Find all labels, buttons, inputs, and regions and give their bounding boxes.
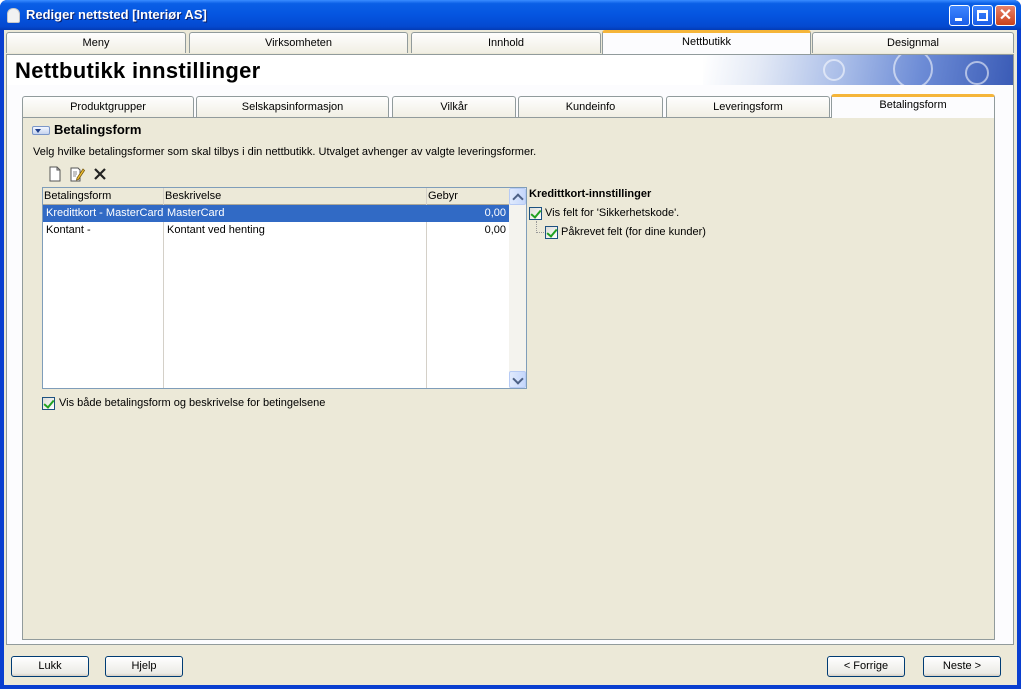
page-header: Nettbutikk innstillinger bbox=[6, 54, 1014, 85]
column-header-gebyr[interactable]: Gebyr bbox=[428, 190, 458, 202]
cell-gebyr: 0,00 bbox=[484, 207, 506, 219]
column-header-beskrivelse[interactable]: Beskrivelse bbox=[165, 190, 221, 202]
client-area: Meny Virksomheten Innhold Nettbutikk Des… bbox=[4, 30, 1017, 685]
scroll-up-button[interactable] bbox=[509, 188, 526, 205]
kredittkort-title: Kredittkort-innstillinger bbox=[529, 188, 652, 200]
next-button[interactable]: Neste > bbox=[923, 656, 1001, 677]
required-field-label[interactable]: Påkrevet felt (for dine kunder) bbox=[561, 226, 706, 238]
maximize-button[interactable] bbox=[972, 5, 993, 26]
close-icon: ✕ bbox=[998, 7, 1013, 24]
page-title: Nettbutikk innstillinger bbox=[15, 58, 261, 83]
security-code-label[interactable]: Vis felt for 'Sikkerhetskode'. bbox=[545, 207, 679, 219]
section-title: Betalingsform bbox=[54, 122, 142, 137]
cell-gebyr: 0,00 bbox=[484, 224, 506, 236]
edit-document-icon[interactable] bbox=[69, 166, 85, 182]
close-window-button[interactable]: ✕ bbox=[995, 5, 1016, 26]
tab-virksomheten[interactable]: Virksomheten bbox=[189, 32, 408, 53]
app-window: Rediger nettsted [Interiør AS] ✕ Meny Vi… bbox=[0, 0, 1021, 689]
app-icon bbox=[7, 8, 20, 23]
window-title: Rediger nettsted [Interiør AS] bbox=[26, 7, 207, 22]
new-document-icon[interactable] bbox=[47, 166, 63, 182]
collapse-icon[interactable] bbox=[32, 126, 50, 135]
close-button[interactable]: Lukk bbox=[11, 656, 89, 677]
minimize-button[interactable] bbox=[949, 5, 970, 26]
tab-designmal[interactable]: Designmal bbox=[812, 32, 1014, 53]
security-code-checkbox[interactable] bbox=[529, 207, 542, 220]
tab-vilkar[interactable]: Vilkår bbox=[392, 96, 516, 117]
title-bar[interactable]: Rediger nettsted [Interiør AS] ✕ bbox=[0, 0, 1021, 30]
tab-nettbutikk[interactable]: Nettbutikk bbox=[602, 30, 811, 54]
show-both-checkbox[interactable] bbox=[42, 397, 55, 410]
section-description: Velg hvilke betalingsformer som skal til… bbox=[33, 146, 537, 158]
help-button[interactable]: Hjelp bbox=[105, 656, 183, 677]
previous-button[interactable]: < Forrige bbox=[827, 656, 905, 677]
minimize-icon bbox=[955, 18, 962, 21]
table-row[interactable]: Kontant - Kontant ved henting 0,00 bbox=[43, 222, 509, 239]
required-field-checkbox[interactable] bbox=[545, 226, 558, 239]
tab-innhold[interactable]: Innhold bbox=[411, 32, 601, 53]
payment-methods-table: Betalingsform Beskrivelse Gebyr Kredittk… bbox=[42, 187, 527, 389]
delete-icon[interactable] bbox=[92, 166, 108, 182]
tab-kundeinfo[interactable]: Kundeinfo bbox=[518, 96, 663, 117]
cell-beskrivelse: Kontant ved henting bbox=[167, 224, 265, 236]
tab-meny[interactable]: Meny bbox=[6, 32, 186, 53]
show-both-label[interactable]: Vis både betalingsform og beskrivelse fo… bbox=[59, 397, 325, 409]
column-header-betalingsform[interactable]: Betalingsform bbox=[44, 190, 111, 202]
cell-betalingsform: Kredittkort - MasterCard bbox=[46, 207, 164, 219]
tab-leveringsform[interactable]: Leveringsform bbox=[666, 96, 830, 117]
table-row[interactable]: Kredittkort - MasterCard MasterCard 0,00 bbox=[43, 205, 509, 222]
tab-selskapsinformasjon[interactable]: Selskapsinformasjon bbox=[196, 96, 389, 117]
tab-produktgrupper[interactable]: Produktgrupper bbox=[22, 96, 194, 117]
tab-content: Produktgrupper Selskapsinformasjon Vilkå… bbox=[6, 85, 1014, 645]
tree-connector bbox=[536, 232, 544, 233]
tab-betalingsform[interactable]: Betalingsform bbox=[831, 94, 995, 118]
maximize-icon bbox=[977, 10, 988, 21]
header-banner-image bbox=[703, 55, 1013, 85]
betalingsform-panel: Betalingsform Velg hvilke betalingsforme… bbox=[22, 117, 995, 640]
cell-beskrivelse: MasterCard bbox=[167, 207, 225, 219]
table-scrollbar[interactable] bbox=[509, 188, 526, 388]
table-header: Betalingsform Beskrivelse Gebyr bbox=[43, 188, 509, 205]
scroll-down-button[interactable] bbox=[509, 371, 526, 388]
cell-betalingsform: Kontant - bbox=[46, 224, 91, 236]
